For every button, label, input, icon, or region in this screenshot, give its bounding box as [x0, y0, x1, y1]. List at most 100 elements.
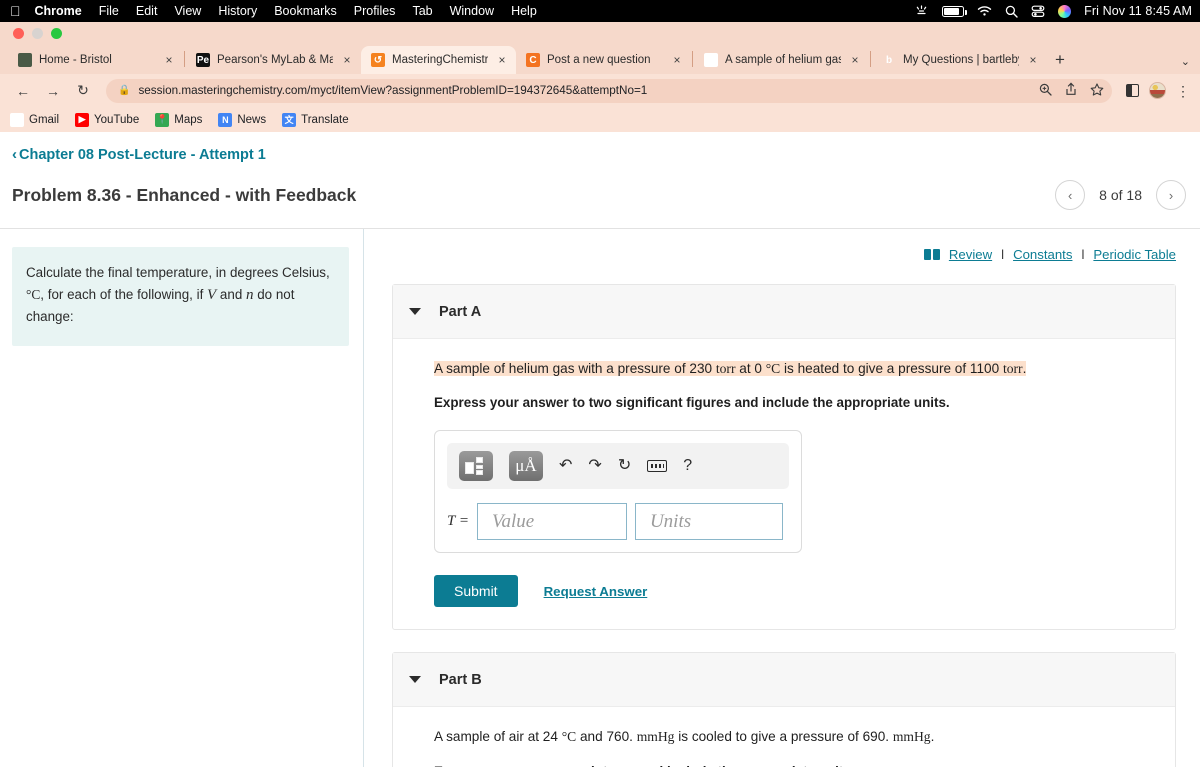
bookmarks-bar: M Gmail ▶ YouTube 📍 Maps N News 文 Transl… [0, 107, 1200, 132]
celsius-unit: C [567, 729, 577, 745]
browser-tab-post-question[interactable]: C Post a new question × [516, 46, 691, 74]
menu-item-chrome[interactable]: Chrome [35, 4, 82, 18]
extensions-icon[interactable] [1126, 84, 1139, 97]
browser-tab-google-search[interactable]: G A sample of helium gas wit × [694, 46, 869, 74]
request-answer-link[interactable]: Request Answer [544, 584, 648, 599]
page-content: ‹ Chapter 08 Post-Lecture - Attempt 1 Pr… [0, 132, 1200, 767]
q-mid: and 760. [576, 729, 637, 745]
bookmark-translate[interactable]: 文 Translate [282, 112, 349, 127]
reset-icon[interactable]: ↻ [618, 458, 631, 474]
maximize-window-button[interactable] [51, 27, 62, 39]
back-button[interactable]: ← [10, 78, 36, 104]
tab-title: My Questions | bartleby [903, 54, 1019, 66]
part-a-answer-box: μÅ ↶ ↷ ↻ ? T = Value Units [434, 430, 802, 554]
bookmark-news[interactable]: N News [218, 112, 267, 127]
part-a-body: A sample of helium gas with a pressure o… [393, 339, 1175, 629]
chevron-down-icon[interactable] [409, 676, 421, 684]
bookmark-maps[interactable]: 📍 Maps [155, 112, 203, 127]
profile-avatar[interactable] [1149, 82, 1166, 99]
browser-tab-home-bristol[interactable]: Home - Bristol × [8, 46, 183, 74]
battery-icon[interactable] [942, 5, 968, 17]
reload-button[interactable]: ↻ [70, 78, 96, 104]
lock-icon: 🔒 [118, 85, 131, 96]
forward-button[interactable]: → [40, 78, 66, 104]
problem-pager: ‹ 8 of 18 › [1055, 180, 1186, 210]
bookmark-youtube[interactable]: ▶ YouTube [75, 112, 139, 127]
share-icon[interactable] [1065, 82, 1077, 99]
q-post: . [930, 729, 935, 745]
tab-search-chevron-down-icon[interactable]: ⌄ [1181, 55, 1190, 68]
chevron-down-icon[interactable] [409, 308, 421, 315]
keyboard-brightness-icon[interactable] [914, 5, 929, 17]
redo-icon[interactable]: ↷ [588, 458, 601, 474]
close-window-button[interactable] [13, 27, 24, 39]
q-mid2: is heated to give a pressure of 1100 [780, 361, 1003, 376]
part-a-actions: Submit Request Answer [434, 575, 1153, 608]
review-link[interactable]: Review [949, 247, 992, 262]
answer-input-row: T = Value Units [447, 503, 789, 541]
wifi-icon[interactable] [977, 5, 992, 17]
unit-mmhg: mmHg [892, 729, 931, 745]
mastering-icon: ↺ [371, 53, 385, 67]
apple-logo-icon[interactable]:  [10, 4, 21, 18]
part-b-header[interactable]: Part B [393, 653, 1175, 708]
part-a-label: Part A [439, 303, 482, 320]
menu-item-profiles[interactable]: Profiles [354, 4, 396, 18]
browser-tab-masteringchemistry[interactable]: ↺ MasteringChemistry: Chapt × [361, 46, 516, 74]
keyboard-icon[interactable] [647, 460, 668, 473]
part-b-label: Part B [439, 671, 482, 688]
units-mu-angstrom-icon[interactable]: μÅ [509, 451, 543, 482]
control-center-icon[interactable] [1031, 5, 1045, 18]
close-tab-button[interactable]: × [670, 54, 684, 66]
bookmark-gmail[interactable]: M Gmail [10, 112, 59, 127]
part-a-header[interactable]: Part A [393, 285, 1175, 339]
menu-item-edit[interactable]: Edit [136, 4, 158, 18]
address-bar[interactable]: 🔒 session.masteringchemistry.com/myct/it… [106, 78, 1112, 103]
q-pre: A sample of helium gas with a pressure o… [434, 361, 716, 376]
spotlight-search-icon[interactable] [1005, 5, 1018, 18]
bookmark-star-icon[interactable] [1090, 82, 1104, 99]
siri-icon[interactable] [1058, 4, 1072, 18]
previous-problem-button[interactable]: ‹ [1055, 180, 1086, 210]
bookmark-label: News [237, 113, 267, 126]
chrome-menu-icon[interactable]: ⋮ [1176, 84, 1190, 98]
assignment-header: ‹ Chapter 08 Post-Lecture - Attempt 1 [0, 132, 1200, 164]
menu-item-file[interactable]: File [99, 4, 119, 18]
close-tab-button[interactable]: × [495, 54, 509, 66]
minimize-window-button[interactable] [32, 27, 43, 39]
new-tab-button[interactable]: + [1047, 46, 1073, 74]
submit-button[interactable]: Submit [434, 575, 518, 608]
close-tab-button[interactable]: × [1026, 54, 1040, 66]
menu-item-window[interactable]: Window [450, 4, 494, 18]
browser-tab-pearson-mylab[interactable]: Pe Pearson's MyLab & Masteri × [186, 46, 361, 74]
template-icon[interactable] [459, 451, 493, 482]
tab-separator [870, 51, 871, 67]
menu-item-help[interactable]: Help [511, 4, 537, 18]
link-separator: l [1001, 247, 1005, 262]
undo-icon[interactable]: ↶ [559, 458, 572, 474]
units-input[interactable]: Units [634, 503, 783, 541]
menu-item-bookmarks[interactable]: Bookmarks [274, 4, 337, 18]
close-tab-button[interactable]: × [162, 54, 176, 66]
menu-item-history[interactable]: History [218, 4, 257, 18]
problem-title-row: Problem 8.36 - Enhanced - with Feedback … [0, 164, 1200, 210]
periodic-table-link[interactable]: Periodic Table [1093, 247, 1176, 262]
browser-tab-bartleby[interactable]: b My Questions | bartleby × [872, 46, 1047, 74]
breadcrumb-back-link[interactable]: ‹ Chapter 08 Post-Lecture - Attempt 1 [12, 146, 266, 163]
zoom-icon[interactable] [1039, 83, 1052, 99]
constants-link[interactable]: Constants [1013, 247, 1072, 262]
close-tab-button[interactable]: × [340, 54, 354, 66]
prompt-line-2c: do not [253, 286, 295, 302]
breadcrumb-label: Chapter 08 Post-Lecture - Attempt 1 [19, 146, 266, 163]
prompt-line-1: Calculate the final temperature, in degr… [26, 265, 330, 280]
next-problem-button[interactable]: › [1156, 180, 1186, 210]
page-title: Problem 8.36 - Enhanced - with Feedback [12, 184, 357, 205]
help-icon[interactable]: ? [683, 458, 692, 474]
part-b-question-wrap: A sample of air at 24 °C and 760. mmHg i… [434, 727, 1153, 747]
close-tab-button[interactable]: × [848, 54, 862, 66]
menu-item-tab[interactable]: Tab [412, 4, 432, 18]
bookmark-label: Maps [174, 113, 203, 126]
variable-v: V [207, 286, 217, 303]
value-input[interactable]: Value [476, 503, 627, 541]
menu-item-view[interactable]: View [174, 4, 201, 18]
